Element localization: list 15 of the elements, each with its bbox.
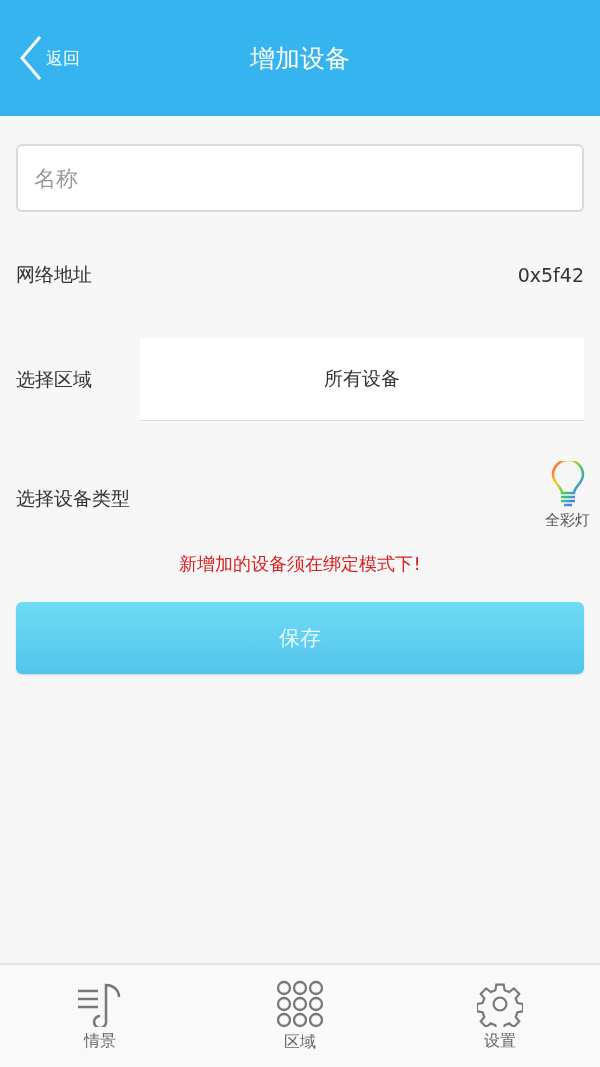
tab[interactable]: 设置: [400, 965, 600, 1067]
tab[interactable]: 情景: [0, 965, 200, 1067]
device-type-label: 全彩灯: [545, 511, 590, 530]
field-label: 选择设备类型: [16, 486, 130, 511]
field-label: 网络地址: [16, 262, 92, 287]
name-field[interactable]: 名称: [16, 144, 584, 212]
warning-text: 新增加的设备须在绑定模式下!: [179, 553, 421, 574]
dots-grid-icon: [276, 979, 324, 1028]
chevron-left-icon: [18, 35, 44, 81]
page-title: 增加设备: [250, 43, 350, 73]
area-selector[interactable]: 所有设备: [140, 338, 584, 421]
light-bulb-icon[interactable]: [550, 461, 585, 507]
field-label: 选择区域: [16, 366, 92, 392]
tab[interactable]: 区域: [200, 965, 400, 1067]
address-value: 0x5f42: [517, 264, 584, 286]
